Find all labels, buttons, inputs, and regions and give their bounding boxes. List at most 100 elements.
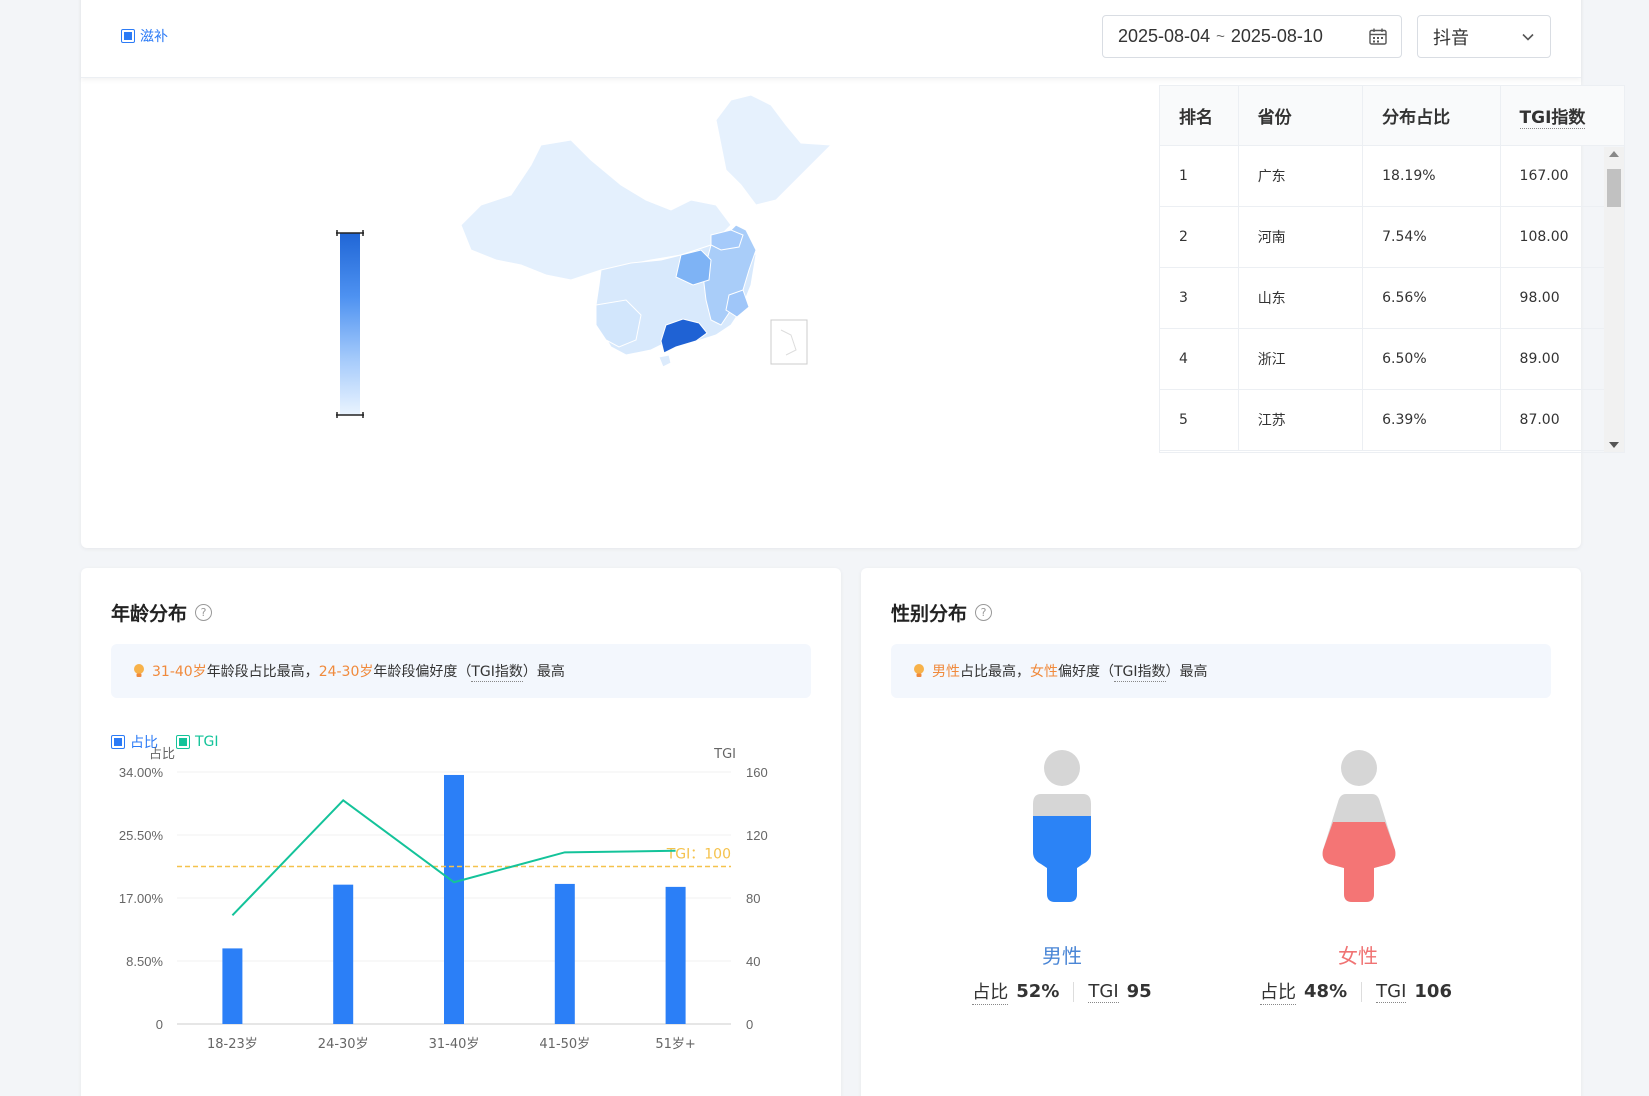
row-rank: 1	[1160, 146, 1239, 206]
male-tgi-value: 95	[1126, 981, 1152, 1002]
y-tick-left: 0	[156, 1017, 163, 1032]
y-axis-right-label: TGI	[713, 747, 736, 762]
gender-insight-tip: 男性 占比最高， 女性 偏好度（ TGI指数 ）最高	[891, 644, 1551, 698]
row-rank: 5	[1160, 390, 1239, 450]
scroll-down-icon[interactable]	[1609, 442, 1619, 448]
tip-text-2: 偏好度（	[1058, 664, 1114, 680]
y-tick-right: 120	[746, 828, 768, 843]
age-title-text: 年龄分布	[111, 603, 188, 625]
divider	[1073, 981, 1075, 1002]
table-row: 1 广东 18.19% 167.00	[1160, 146, 1624, 207]
row-share: 6.39%	[1363, 390, 1501, 450]
tip-text-1: 年龄段占比最高，	[206, 664, 319, 680]
map-henan	[675, 249, 712, 286]
col-tgi[interactable]: TGI指数	[1501, 86, 1624, 145]
platform-value: 抖音	[1433, 27, 1469, 49]
col-rank[interactable]: 排名	[1160, 86, 1239, 145]
female-stats: 占比 48% TGI 106	[1226, 978, 1486, 1005]
table-scrollbar[interactable]	[1604, 147, 1624, 452]
col-tgi-label: TGI指数	[1519, 103, 1586, 129]
row-province: 江苏	[1239, 390, 1364, 450]
map-hainan	[658, 354, 672, 368]
x-tick: 18-23岁	[207, 1037, 258, 1052]
male-tgi-label[interactable]: TGI	[1088, 981, 1119, 1003]
gender-distribution-card: 性别分布 ? 男性 占比最高， 女性 偏好度（ TGI指数 ）最高 男性 占比 …	[861, 568, 1581, 1096]
y-tick-left: 17.00%	[119, 891, 164, 906]
y-tick-right: 0	[746, 1017, 753, 1032]
y-tick-right: 40	[746, 954, 760, 969]
y-axis-left-label: 占比	[149, 747, 175, 762]
supplement-checkbox[interactable]: 滋补	[121, 26, 168, 46]
y-tick-right: 80	[746, 891, 760, 906]
map-south-sea-inset	[770, 319, 808, 365]
age-bar	[444, 774, 464, 1024]
visual-map-legend[interactable]	[335, 230, 365, 425]
map-north-region	[715, 94, 833, 206]
tip-text-1: 占比最高，	[960, 664, 1030, 680]
tip-highlight-1: 31-40岁	[152, 664, 207, 680]
tgi-reference-label: TGI：100	[666, 847, 731, 863]
female-figure-icon	[1322, 750, 1396, 902]
calendar-icon[interactable]	[1369, 28, 1387, 45]
row-province: 山东	[1239, 268, 1364, 328]
x-tick: 31-40岁	[429, 1037, 480, 1052]
x-tick: 24-30岁	[318, 1037, 369, 1052]
male-stats: 占比 52% TGI 95	[932, 978, 1192, 1005]
tip-highlight-1: 男性	[932, 664, 960, 680]
tip-text-3: ）最高	[522, 664, 565, 680]
row-share: 6.50%	[1363, 329, 1501, 389]
row-share: 7.54%	[1363, 207, 1501, 267]
tip-text-3: ）最高	[1165, 664, 1208, 680]
col-share[interactable]: 分布占比	[1363, 86, 1501, 145]
age-title: 年龄分布 ?	[111, 599, 213, 626]
age-chart: 0 0 8.50% 40 17.00% 80 25.50% 120 34.00% 160 占比 TGI…	[119, 747, 768, 1052]
male-share-label[interactable]: 占比	[972, 978, 1009, 1005]
row-share: 18.19%	[1363, 146, 1501, 206]
age-bar	[554, 883, 575, 1024]
age-distribution-card: 年龄分布 ? 31-40岁 年龄段占比最高， 24-30岁 年龄段偏好度（ TG…	[81, 568, 841, 1096]
checkbox-icon	[121, 29, 135, 43]
x-tick: 41-50岁	[539, 1037, 590, 1052]
table-row: 4 浙江 6.50% 89.00	[1160, 329, 1624, 390]
col-province[interactable]: 省份	[1239, 86, 1364, 145]
male-figure-icon	[1033, 750, 1091, 902]
y-tick-right: 160	[746, 765, 768, 780]
region-card: 滋补 2025-08-04 ~ 2025-08-10 抖音 排名 省份 分布占比…	[81, 0, 1625, 548]
gender-title-text: 性别分布	[891, 603, 968, 625]
help-icon[interactable]: ?	[195, 604, 213, 621]
scroll-thumb[interactable]	[1607, 169, 1621, 207]
supplement-label: 滋补	[140, 29, 168, 45]
top-toolbar: 滋补 2025-08-04 ~ 2025-08-10 抖音	[81, 0, 1581, 78]
female-share-value: 48%	[1304, 981, 1348, 1002]
tip-text-2: 年龄段偏好度（	[373, 664, 472, 680]
age-insight-tip: 31-40岁 年龄段占比最高， 24-30岁 年龄段偏好度（ TGI指数 ）最高	[111, 644, 811, 698]
row-province: 广东	[1239, 146, 1364, 206]
tip-tgi-term[interactable]: TGI指数	[471, 661, 523, 682]
scroll-up-icon[interactable]	[1609, 151, 1619, 157]
province-table: 排名 省份 分布占比 TGI指数 1 广东 18.19% 167.00 2 河南…	[1159, 85, 1625, 453]
female-share-label[interactable]: 占比	[1260, 978, 1297, 1005]
help-icon[interactable]: ?	[975, 604, 993, 621]
row-province: 浙江	[1239, 329, 1364, 389]
tip-tgi-term[interactable]: TGI指数	[1114, 661, 1166, 682]
row-rank: 2	[1160, 207, 1239, 267]
row-rank: 4	[1160, 329, 1239, 389]
female-tgi-label[interactable]: TGI	[1376, 981, 1407, 1003]
lightbulb-icon	[914, 664, 924, 677]
tip-highlight-2: 24-30岁	[318, 664, 374, 680]
female-label: 女性	[1338, 944, 1378, 968]
date-start: 2025-08-04	[1118, 26, 1211, 46]
table-row: 2 河南 7.54% 108.00	[1160, 207, 1624, 268]
date-range-picker[interactable]: 2025-08-04 ~ 2025-08-10	[1102, 15, 1402, 58]
x-tick: 51岁+	[655, 1037, 695, 1052]
tip-highlight-2: 女性	[1030, 664, 1058, 680]
china-map[interactable]	[371, 85, 851, 395]
age-bar	[333, 884, 354, 1024]
table-row: 5 江苏 6.39% 87.00	[1160, 390, 1624, 451]
y-tick-left: 8.50%	[126, 954, 163, 969]
chevron-down-icon	[1522, 33, 1534, 41]
y-tick-left: 34.00%	[119, 765, 164, 780]
male-label: 男性	[1042, 944, 1082, 968]
date-separator: ~	[1216, 28, 1225, 45]
platform-select[interactable]: 抖音	[1417, 15, 1551, 58]
